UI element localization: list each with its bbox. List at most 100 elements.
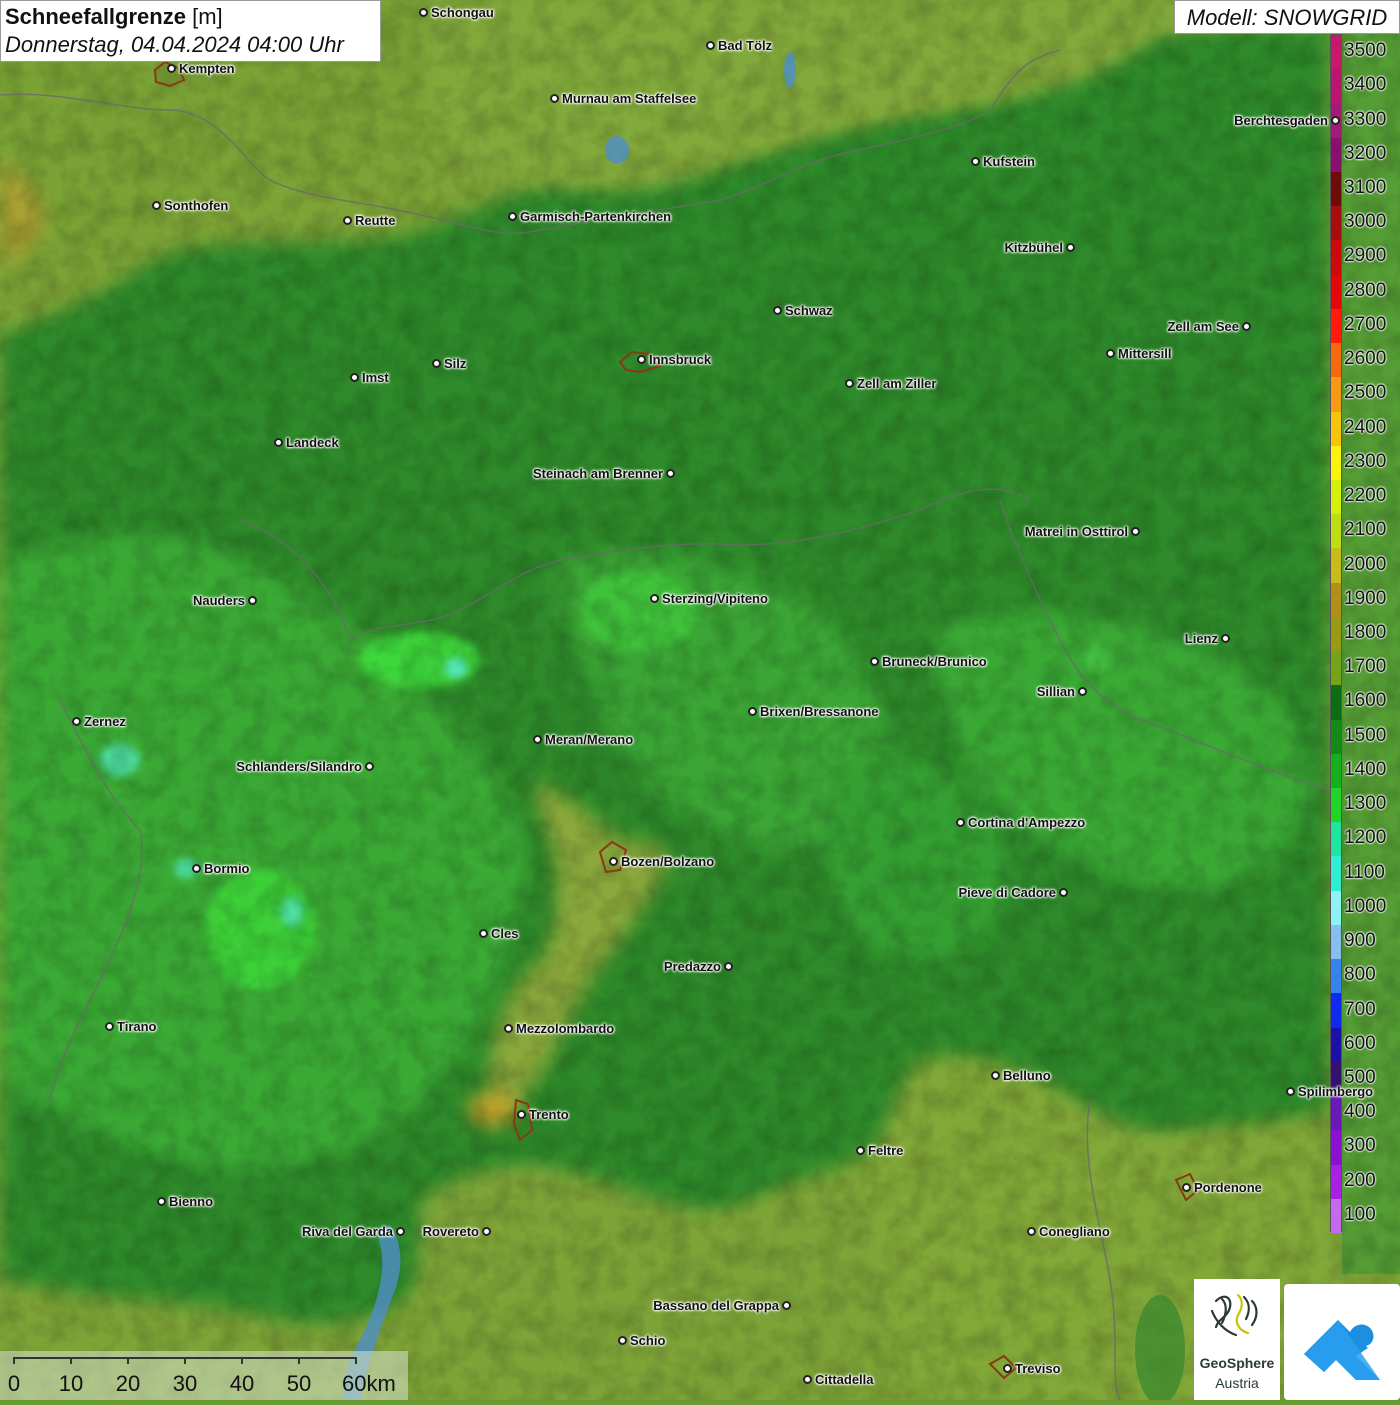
legend-label-1100: 1100 <box>1344 861 1385 883</box>
city-marker-bruneck-brunico <box>870 657 879 666</box>
legend-label-1200: 1200 <box>1344 827 1387 849</box>
scale-tick <box>298 1357 300 1364</box>
city-label-landeck: Landeck <box>286 435 339 450</box>
city-label-kufstein: Kufstein <box>983 154 1035 169</box>
city-marker-trento <box>517 1110 526 1119</box>
city-marker-schlanders-silandro <box>365 762 374 771</box>
city-label-schlanders-silandro: Schlanders/Silandro <box>236 759 362 774</box>
legend-swatch-100 <box>1331 1198 1341 1234</box>
city-marker-schwaz <box>773 306 782 315</box>
city-label-trento: Trento <box>529 1107 569 1122</box>
legend-label-900: 900 <box>1344 930 1376 952</box>
legend-swatch-2700 <box>1331 308 1341 344</box>
legend-label-2900: 2900 <box>1344 245 1387 267</box>
legend-swatch-1800 <box>1331 616 1341 652</box>
legend-swatch-2600 <box>1331 343 1341 378</box>
city-label-spilimbergo: Spilimbergo <box>1298 1084 1374 1099</box>
city-label-zernez: Zernez <box>84 714 126 729</box>
city-label-schwaz: Schwaz <box>785 303 833 318</box>
city-marker-reutte <box>343 216 352 225</box>
city-marker-rovereto <box>482 1227 491 1236</box>
city-label-feltre: Feltre <box>868 1143 904 1158</box>
city-marker-cles <box>479 929 488 938</box>
city-label-belluno: Belluno <box>1003 1068 1051 1083</box>
city-label-bienno: Bienno <box>169 1194 214 1209</box>
legend-swatch-1600 <box>1331 685 1341 721</box>
city-marker-bienno <box>157 1197 166 1206</box>
legend-swatch-1500 <box>1331 719 1341 755</box>
city-marker-predazzo <box>724 962 733 971</box>
city-marker-zell-am-see <box>1242 322 1251 331</box>
scale-tick <box>70 1357 72 1364</box>
title-unit: [m] <box>192 4 223 29</box>
city-marker-schongau <box>419 8 428 17</box>
city-marker-treviso <box>1003 1364 1012 1373</box>
legend-label-1600: 1600 <box>1344 690 1387 712</box>
city-label-bruneck-brunico: Bruneck/Brunico <box>882 654 987 669</box>
city-label-bad-t-lz: Bad Tölz <box>718 38 773 53</box>
legend-swatch-300 <box>1331 1130 1341 1166</box>
city-label-sonthofen: Sonthofen <box>164 198 229 213</box>
legend-swatch-3500 <box>1331 35 1341 70</box>
city-label-sillian: Sillian <box>1036 684 1075 699</box>
legend-swatch-2300 <box>1331 445 1341 481</box>
city-label-garmisch-partenkirchen: Garmisch-Partenkirchen <box>520 209 672 224</box>
city-marker-lienz <box>1221 634 1230 643</box>
city-marker-imst <box>350 373 359 382</box>
city-marker-kempten <box>167 64 176 73</box>
color-legend-bar <box>1330 34 1342 1234</box>
title-text: Schneefallgrenze <box>5 4 186 29</box>
title-box: Schneefallgrenze [m] Donnerstag, 04.04.2… <box>0 0 381 62</box>
legend-label-400: 400 <box>1344 1101 1376 1123</box>
legend-swatch-1400 <box>1331 753 1341 789</box>
city-label-meran-merano: Meran/Merano <box>545 732 634 747</box>
city-marker-meran-merano <box>533 735 542 744</box>
city-label-tirano: Tirano <box>117 1019 157 1034</box>
city-label-kempten: Kempten <box>179 61 235 76</box>
legend-label-1700: 1700 <box>1344 656 1387 678</box>
legend-swatch-400 <box>1331 1096 1341 1131</box>
scale-label: 10 <box>58 1371 84 1396</box>
city-marker-sterzing-vipiteno <box>650 594 659 603</box>
scale-label: 30 <box>172 1371 198 1396</box>
city-marker-conegliano <box>1027 1227 1036 1236</box>
city-marker-belluno <box>991 1071 1000 1080</box>
legend-label-2400: 2400 <box>1344 416 1387 438</box>
city-marker-cortina-d-ampezzo <box>956 818 965 827</box>
scale-tick <box>184 1357 186 1364</box>
city-label-treviso: Treviso <box>1015 1361 1061 1376</box>
geosphere-logo-icon <box>1210 1293 1258 1337</box>
city-label-predazzo: Predazzo <box>663 959 721 974</box>
scale-label: 20 <box>115 1371 141 1396</box>
city-label-reutte: Reutte <box>355 213 396 228</box>
legend-label-600: 600 <box>1344 1032 1376 1054</box>
legend-label-1800: 1800 <box>1344 622 1387 643</box>
city-label-innsbruck: Innsbruck <box>649 352 712 367</box>
city-label-mittersill: Mittersill <box>1118 346 1172 361</box>
legend-swatch-1200 <box>1331 822 1341 857</box>
city-marker-berchtesgaden <box>1331 116 1340 125</box>
legend-label-700: 700 <box>1344 998 1376 1020</box>
legend-label-100: 100 <box>1344 1203 1376 1225</box>
city-label-steinach-am-brenner: Steinach am Brenner <box>532 466 663 481</box>
city-marker-silz <box>432 359 441 368</box>
city-marker-mittersill <box>1106 349 1115 358</box>
city-label-lienz: Lienz <box>1184 631 1218 646</box>
city-marker-garmisch-partenkirchen <box>508 212 517 221</box>
app-logo <box>1284 1284 1400 1400</box>
map-datetime: Donnerstag, 04.04.2024 04:00 Uhr <box>5 32 344 57</box>
city-marker-zernez <box>72 717 81 726</box>
city-marker-sonthofen <box>152 201 161 210</box>
scale-tick <box>13 1357 15 1364</box>
legend-label-2600: 2600 <box>1344 348 1387 370</box>
legend-label-1400: 1400 <box>1344 758 1387 780</box>
legend-swatch-3000 <box>1331 206 1341 241</box>
city-marker-zell-am-ziller <box>845 379 854 388</box>
city-marker-bozen-bolzano <box>609 857 618 866</box>
legend-swatch-3400 <box>1331 69 1341 104</box>
city-label-zell-am-see: Zell am See <box>1167 319 1239 334</box>
city-label-bormio: Bormio <box>204 861 250 876</box>
legend-label-800: 800 <box>1344 964 1376 986</box>
city-marker-kitzb-hel <box>1066 243 1075 252</box>
legend-swatch-700 <box>1331 993 1341 1029</box>
